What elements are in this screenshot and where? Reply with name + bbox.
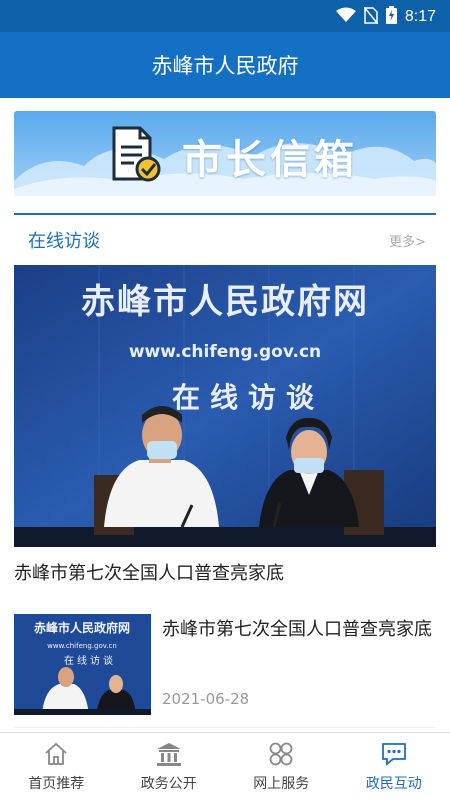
news-title[interactable]: 赤峰市第七次全国人口普查亮家底 <box>162 614 436 646</box>
backdrop-subtitle: 在线访谈 <box>172 381 324 414</box>
services-grid-icon <box>266 739 296 769</box>
tab-label: 政务公开 <box>140 776 197 792</box>
mayor-mailbox-banner[interactable]: 市长信箱 <box>14 111 436 196</box>
clock-time: 8:17 <box>404 8 436 25</box>
more-link[interactable]: 更多> <box>389 231 426 250</box>
status-bar: 8:17 <box>0 0 450 32</box>
bottom-tab-bar: 首页推荐 政务公开 网上服务 政民互动 <box>0 732 450 800</box>
backdrop-url: www.chifeng.gov.cn <box>129 342 321 362</box>
news-thumbnail: 赤峰市人民政府网 www.chifeng.gov.cn 在线访谈 <box>14 614 151 715</box>
tab-label: 政民互动 <box>365 776 422 792</box>
app-header: 赤峰市人民政府 <box>0 32 450 98</box>
backdrop-title: 赤峰市人民政府网 <box>81 282 369 322</box>
tab-online-services[interactable]: 网上服务 <box>225 733 338 800</box>
list-divider <box>14 727 436 728</box>
tab-label: 网上服务 <box>253 776 310 792</box>
tab-home[interactable]: 首页推荐 <box>0 733 113 800</box>
section-title: 在线访谈 <box>28 231 100 252</box>
list-item[interactable]: 赤峰市人民政府网 www.chifeng.gov.cn 在线访谈 赤峰市第七次全… <box>14 614 436 718</box>
hero-caption[interactable]: 赤峰市第七次全国人口普查亮家底 <box>14 559 284 585</box>
thumbnail-photo: 赤峰市人民政府网 www.chifeng.gov.cn 在线访谈 <box>14 614 151 715</box>
tab-label: 首页推荐 <box>28 776 85 792</box>
thumb-subtitle: 在线访谈 <box>64 654 116 667</box>
chat-bubble-icon <box>379 739 409 769</box>
battery-charging-icon <box>385 6 397 28</box>
thumb-url: www.chifeng.gov.cn <box>47 642 117 650</box>
banner-title: 市长信箱 <box>182 137 358 183</box>
page-title: 赤峰市人民政府 <box>151 54 299 78</box>
thumb-title: 赤峰市人民政府网 <box>34 620 130 635</box>
news-date: 2021-06-28 <box>162 690 250 708</box>
document-check-icon <box>110 125 162 187</box>
interview-photo: 赤峰市人民政府网 www.chifeng.gov.cn 在线访谈 <box>14 265 436 547</box>
section-divider <box>14 213 436 215</box>
tab-gov-affairs[interactable]: 政务公开 <box>113 733 226 800</box>
tab-interaction[interactable]: 政民互动 <box>338 733 450 800</box>
no-sim-icon <box>363 6 379 28</box>
home-icon <box>41 739 71 769</box>
hero-image[interactable]: 赤峰市人民政府网 www.chifeng.gov.cn 在线访谈 <box>14 265 436 547</box>
government-building-icon <box>154 739 184 769</box>
wifi-icon <box>335 7 356 27</box>
